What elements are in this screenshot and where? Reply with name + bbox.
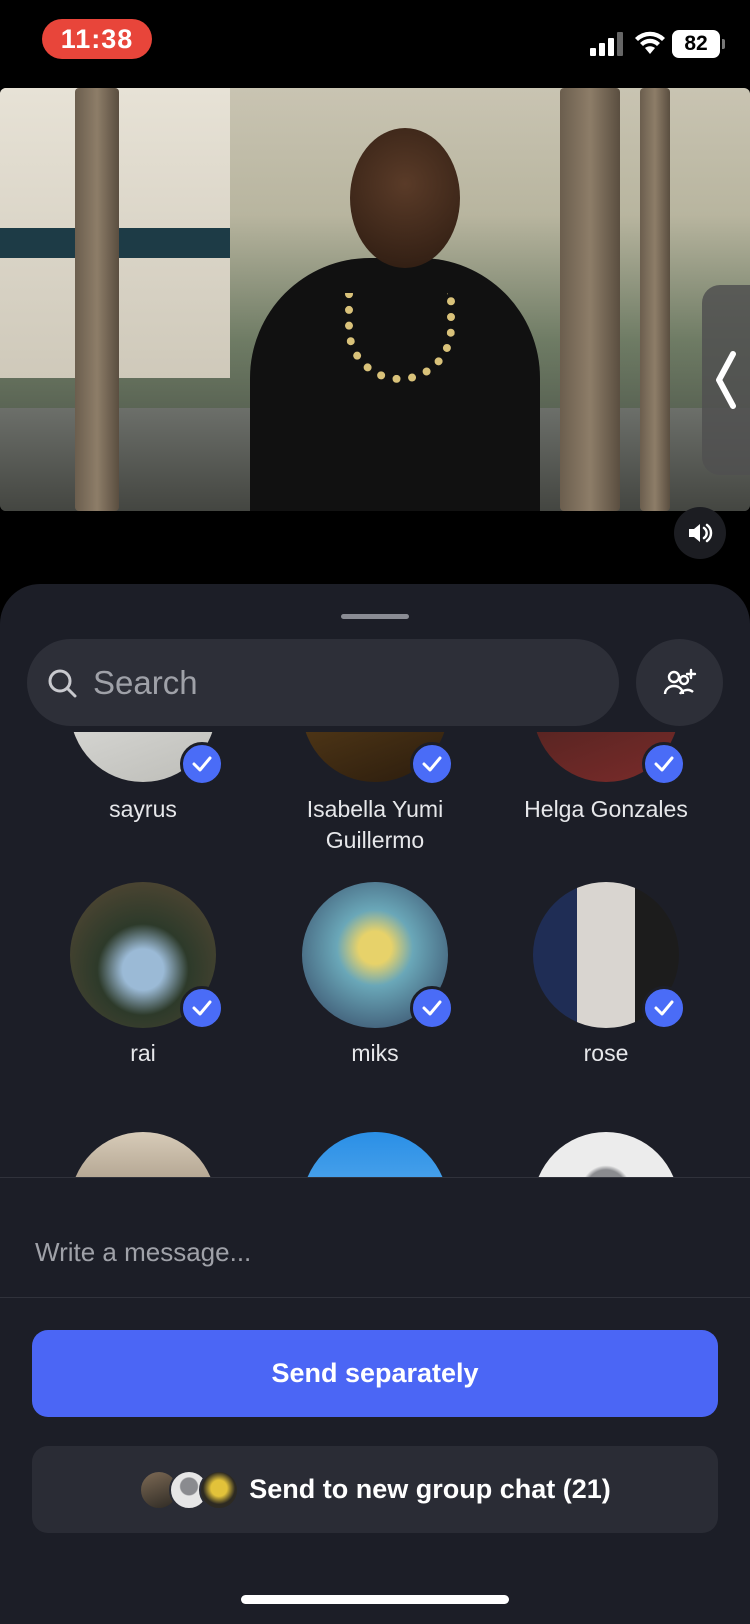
send-group-chat-label: Send to new group chat (21) bbox=[249, 1474, 611, 1504]
avatar bbox=[199, 1469, 240, 1510]
avatar[interactable] bbox=[302, 1132, 448, 1177]
cellular-signal-icon bbox=[590, 32, 623, 56]
send-group-chat-button[interactable]: Send to new group chat (21) bbox=[32, 1446, 718, 1533]
side-panel-handle[interactable] bbox=[702, 285, 750, 475]
video-preview[interactable] bbox=[0, 88, 750, 511]
video-frame-head bbox=[350, 128, 460, 268]
selected-check-icon bbox=[410, 986, 454, 1030]
battery-indicator: 82 bbox=[672, 30, 725, 58]
search-icon bbox=[48, 669, 77, 697]
speaker-icon bbox=[689, 523, 713, 543]
sound-toggle-button[interactable] bbox=[674, 507, 726, 559]
send-separately-button[interactable]: Send separately bbox=[32, 1330, 718, 1417]
video-frame-palm bbox=[560, 88, 620, 511]
divider bbox=[0, 1297, 750, 1298]
status-time: 11:38 bbox=[42, 19, 152, 59]
composer-area: Write a message... Send separately Send … bbox=[0, 1177, 750, 1624]
contact-name: rai bbox=[130, 1040, 156, 1066]
avatar[interactable] bbox=[533, 1132, 679, 1177]
selected-check-icon bbox=[180, 986, 224, 1030]
send-separately-label: Send separately bbox=[271, 1358, 479, 1388]
contact-name: miks bbox=[351, 1040, 399, 1066]
message-input[interactable]: Write a message... bbox=[35, 1237, 251, 1268]
group-avatars bbox=[139, 1469, 240, 1510]
status-bar: 11:38 82 bbox=[0, 0, 750, 88]
video-frame-palm bbox=[640, 88, 670, 511]
selected-check-icon bbox=[642, 986, 686, 1030]
sheet-grabber[interactable] bbox=[341, 614, 409, 619]
search-placeholder: Search bbox=[93, 663, 198, 701]
video-frame-palm bbox=[75, 88, 119, 511]
add-people-button[interactable] bbox=[636, 639, 723, 726]
add-people-icon bbox=[663, 668, 696, 695]
home-indicator bbox=[241, 1595, 509, 1604]
contacts-row-peek bbox=[0, 1130, 750, 1177]
wifi-icon bbox=[635, 31, 665, 54]
divider bbox=[0, 1177, 750, 1178]
contact-name: rose bbox=[583, 1040, 629, 1066]
search-input[interactable]: Search bbox=[27, 639, 619, 726]
avatar[interactable] bbox=[70, 1132, 216, 1177]
contacts-grid-lower: rai miks rose bbox=[0, 732, 750, 1172]
chevron-left-icon bbox=[716, 351, 736, 409]
